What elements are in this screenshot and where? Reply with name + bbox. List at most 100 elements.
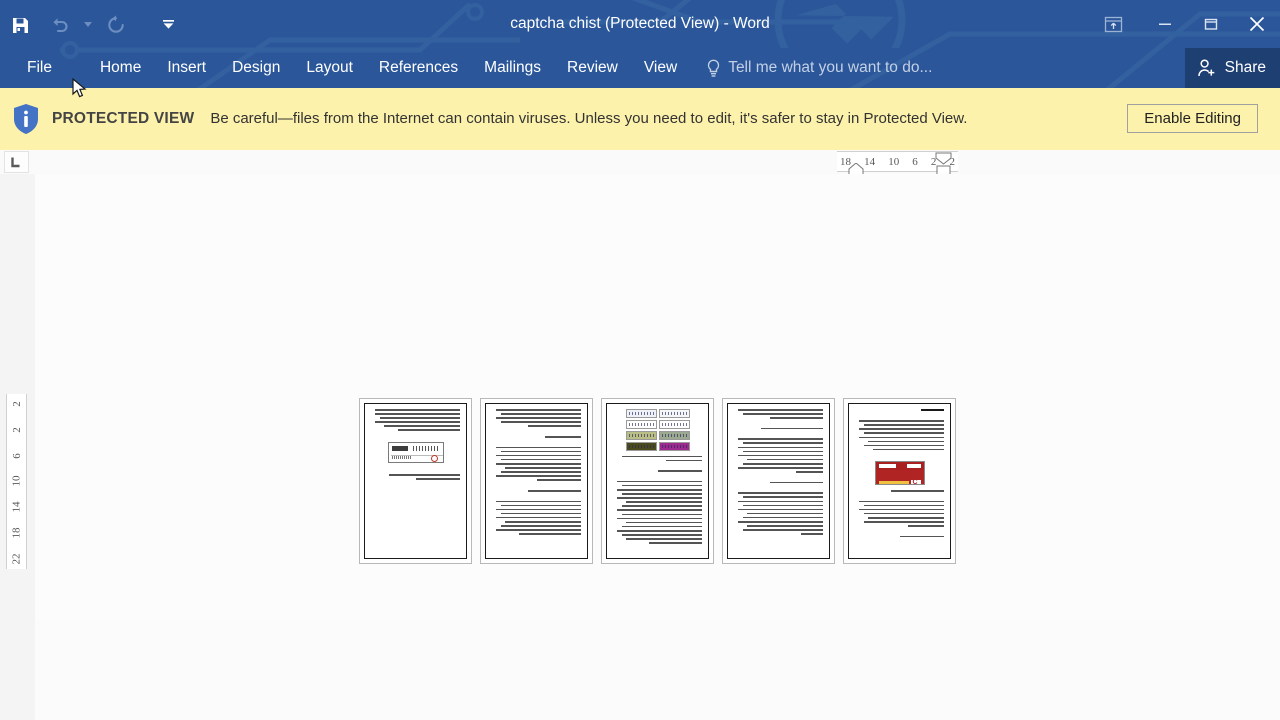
text-line	[496, 516, 581, 519]
text-line	[742, 516, 823, 519]
page-thumbnail-3[interactable]	[601, 398, 714, 564]
figure-body	[875, 470, 924, 485]
page-thumbnail-list[interactable]	[359, 398, 956, 564]
tab-layout[interactable]: Layout	[293, 48, 366, 88]
captcha-tile-3	[625, 420, 657, 429]
enable-editing-button[interactable]: Enable Editing	[1127, 104, 1258, 133]
minimize-button[interactable]	[1142, 0, 1188, 48]
text-line	[545, 435, 581, 438]
captcha-tile-label	[661, 423, 687, 426]
text-line	[742, 504, 823, 507]
text-line	[527, 489, 581, 492]
text-line	[760, 427, 823, 430]
text-line	[859, 500, 944, 503]
protected-view-label: PROTECTED VIEW	[52, 110, 195, 127]
text-line	[505, 467, 581, 469]
text-line	[863, 444, 944, 447]
share-button[interactable]: Share	[1184, 48, 1280, 88]
close-icon	[1249, 16, 1265, 32]
right-indent-marker[interactable]	[934, 152, 953, 176]
captcha-tile-8	[658, 442, 690, 451]
tab-file[interactable]: File	[14, 48, 65, 88]
text-line	[859, 508, 944, 511]
tab-stop-selector[interactable]	[4, 151, 29, 173]
text-line	[496, 500, 581, 503]
captcha-tile-5	[625, 431, 657, 440]
figure-captcha-text	[412, 446, 439, 452]
undo-button[interactable]	[40, 5, 80, 45]
text-line	[536, 479, 581, 481]
text-line	[863, 512, 944, 515]
tab-design[interactable]: Design	[219, 48, 293, 88]
text-line	[518, 533, 581, 535]
tab-review[interactable]: Review	[554, 48, 631, 88]
figure-wrapper	[371, 440, 460, 465]
text-line	[863, 432, 944, 435]
restore-button[interactable]	[1188, 0, 1234, 48]
page-thumbnail-1[interactable]	[359, 398, 472, 564]
chevron-down-icon	[162, 19, 174, 29]
text-line	[899, 535, 944, 538]
redo-icon	[108, 15, 124, 33]
text-line	[747, 512, 823, 515]
text-line	[747, 458, 823, 461]
text-line	[738, 454, 823, 457]
undo-dropdown-button[interactable]	[80, 4, 96, 44]
figure-header-text-right	[906, 464, 921, 469]
page-thumbnail-4[interactable]	[722, 398, 835, 564]
tab-mailings[interactable]: Mailings	[471, 48, 554, 88]
text-line	[617, 509, 702, 512]
text-line	[375, 413, 460, 415]
share-person-icon	[1197, 59, 1214, 77]
tab-references[interactable]: References	[366, 48, 471, 88]
tab-view[interactable]: View	[631, 48, 690, 88]
text-line	[496, 475, 581, 477]
page5-heading	[920, 409, 944, 412]
figure-red-captcha	[874, 461, 925, 486]
vruler-tick-6: 6	[10, 452, 23, 459]
captcha-tile-label	[628, 445, 654, 448]
tab-home[interactable]: Home	[87, 48, 154, 88]
text-line	[769, 481, 823, 484]
tell-me-search[interactable]: Tell me what you want to do...	[706, 48, 932, 88]
text-line	[496, 508, 581, 511]
ribbon-tabs-list[interactable]: File Home Insert Design Layout Reference…	[0, 48, 1280, 88]
text-line	[738, 438, 823, 440]
text-line	[621, 513, 702, 516]
customize-quick-access-button[interactable]	[160, 4, 176, 44]
save-button[interactable]	[0, 5, 40, 45]
save-icon	[12, 17, 28, 33]
hruler-tick-10: 10	[888, 155, 900, 168]
quick-access-toolbar[interactable]	[0, 0, 176, 48]
text-line	[500, 458, 581, 461]
text-line	[384, 425, 460, 427]
text-line	[388, 474, 460, 476]
text-line	[800, 533, 823, 535]
text-line	[742, 442, 823, 445]
tab-insert[interactable]: Insert	[154, 48, 219, 88]
text-line	[496, 462, 581, 465]
vruler-tick-18: 18	[10, 527, 23, 539]
ribbon-display-options-button[interactable]	[1084, 0, 1142, 48]
captcha-tile-label	[628, 412, 654, 415]
text-line	[738, 409, 823, 411]
page-thumbnail-5[interactable]	[843, 398, 956, 564]
text-line	[621, 493, 702, 495]
text-line	[738, 467, 823, 469]
text-line	[742, 496, 823, 498]
text-line	[742, 462, 823, 465]
page-thumbnail-2[interactable]	[480, 398, 593, 564]
text-line	[859, 436, 944, 439]
text-line	[868, 516, 944, 519]
redo-button[interactable]	[96, 5, 136, 45]
window-controls[interactable]	[1084, 0, 1280, 48]
text-line	[496, 454, 581, 457]
close-button[interactable]	[1234, 0, 1280, 48]
